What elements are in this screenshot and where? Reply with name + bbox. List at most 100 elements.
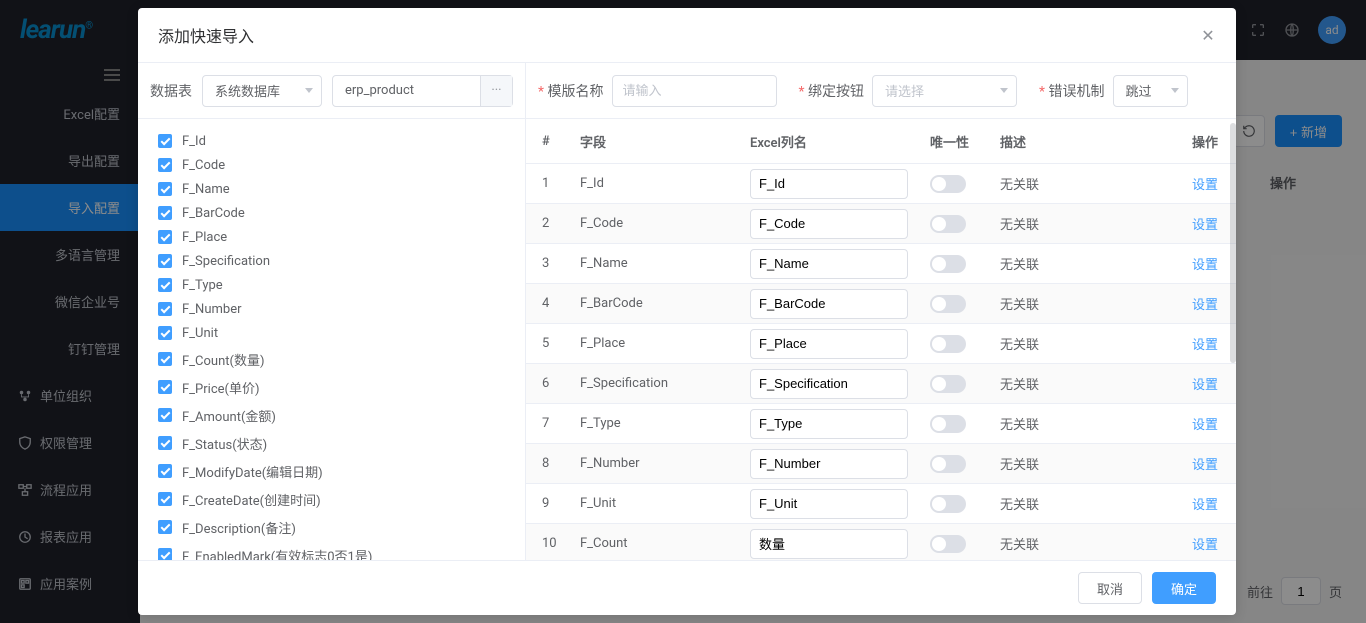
database-select[interactable]: 系统数据库 xyxy=(202,75,322,107)
more-icon[interactable]: ··· xyxy=(480,76,512,106)
field-item[interactable]: F_Amount(金额) xyxy=(158,401,505,429)
table-select[interactable]: erp_product ··· xyxy=(332,75,513,107)
excel-column-input[interactable] xyxy=(750,369,908,399)
checkbox-icon[interactable] xyxy=(158,134,172,148)
settings-link[interactable]: 设置 xyxy=(1192,258,1218,273)
left-panel: 数据表 系统数据库 erp_product ··· F_IdF_CodeF_Na… xyxy=(138,63,526,560)
template-name-input[interactable] xyxy=(612,75,777,107)
error-policy-select[interactable]: 跳过 xyxy=(1113,75,1188,107)
checkbox-icon[interactable] xyxy=(158,548,172,560)
field-item[interactable]: F_Type xyxy=(158,273,505,297)
field-item[interactable]: F_Number xyxy=(158,297,505,321)
left-filter-bar: 数据表 系统数据库 erp_product ··· xyxy=(138,63,525,119)
field-item[interactable]: F_Description(备注) xyxy=(158,513,505,541)
settings-link[interactable]: 设置 xyxy=(1192,458,1218,473)
field-item[interactable]: F_Code xyxy=(158,153,505,177)
settings-link[interactable]: 设置 xyxy=(1192,418,1218,433)
bind-button-select[interactable]: 请选择 xyxy=(872,75,1017,107)
col-excel: Excel列名 xyxy=(750,132,930,151)
cell-field: F_Specification xyxy=(570,376,750,391)
field-item[interactable]: F_EnabledMark(有效标志0否1是) xyxy=(158,541,505,560)
cell-index: 5 xyxy=(526,336,570,351)
unique-toggle[interactable] xyxy=(930,255,966,273)
field-item[interactable]: F_Count(数量) xyxy=(158,345,505,373)
field-label: F_BarCode xyxy=(182,206,245,221)
unique-toggle[interactable] xyxy=(930,295,966,313)
checkbox-icon[interactable] xyxy=(158,436,172,450)
col-unique: 唯一性 xyxy=(930,132,990,151)
settings-link[interactable]: 设置 xyxy=(1192,178,1218,193)
field-list: F_IdF_CodeF_Name F_BarCode F_PlaceF_Specif… xyxy=(138,119,525,560)
cell-index: 1 xyxy=(526,176,570,191)
col-index: # xyxy=(526,134,570,149)
field-item[interactable]: F_Price(单价) xyxy=(158,373,505,401)
checkbox-icon[interactable] xyxy=(158,182,172,196)
col-op: 操作 xyxy=(1180,132,1230,151)
settings-link[interactable]: 设置 xyxy=(1192,378,1218,393)
modal-header: 添加快速导入 ✕ xyxy=(138,8,1236,62)
cell-desc: 无关联 xyxy=(990,414,1180,433)
field-label: F_CreateDate(创建时间) xyxy=(182,490,321,509)
unique-toggle[interactable] xyxy=(930,455,966,473)
field-label: F_Status(状态) xyxy=(182,434,267,453)
settings-link[interactable]: 设置 xyxy=(1192,538,1218,553)
checkbox-icon[interactable] xyxy=(158,158,172,172)
checkbox-icon[interactable] xyxy=(158,520,172,534)
col-field: 字段 xyxy=(570,132,750,151)
table-row: 2F_Code无关联设置 xyxy=(526,203,1236,243)
excel-column-input[interactable] xyxy=(750,409,908,439)
checkbox-icon[interactable] xyxy=(158,230,172,244)
checkbox-icon[interactable] xyxy=(158,302,172,316)
excel-column-input[interactable] xyxy=(750,289,908,319)
cell-index: 8 xyxy=(526,456,570,471)
unique-toggle[interactable] xyxy=(930,535,966,553)
cell-desc: 无关联 xyxy=(990,534,1180,553)
excel-column-input[interactable] xyxy=(750,489,908,519)
unique-toggle[interactable] xyxy=(930,375,966,393)
close-icon[interactable]: ✕ xyxy=(1200,27,1216,43)
excel-column-input[interactable] xyxy=(750,249,908,279)
checkbox-icon[interactable] xyxy=(158,492,172,506)
checkbox-icon[interactable] xyxy=(158,464,172,478)
checkbox-icon[interactable] xyxy=(158,326,172,340)
checkbox-icon[interactable] xyxy=(158,352,172,366)
field-item[interactable]: F_Unit xyxy=(158,321,505,345)
cell-desc: 无关联 xyxy=(990,294,1180,313)
field-item[interactable]: F_Name xyxy=(158,177,505,201)
excel-column-input[interactable] xyxy=(750,209,908,239)
excel-column-input[interactable] xyxy=(750,529,908,559)
checkbox-icon[interactable] xyxy=(158,278,172,292)
field-item[interactable]: F_Specification xyxy=(158,249,505,273)
cell-index: 4 xyxy=(526,296,570,311)
scrollbar[interactable] xyxy=(1230,119,1236,560)
field-item[interactable]: F_BarCode xyxy=(158,201,505,225)
checkbox-icon[interactable] xyxy=(158,408,172,422)
field-label: F_Amount(金额) xyxy=(182,406,276,425)
unique-toggle[interactable] xyxy=(930,495,966,513)
field-item[interactable]: F_Id xyxy=(158,129,505,153)
cell-field: F_Id xyxy=(570,176,750,191)
settings-link[interactable]: 设置 xyxy=(1192,338,1218,353)
table-row: 10F_Count无关联设置 xyxy=(526,523,1236,560)
checkbox-icon[interactable] xyxy=(158,380,172,394)
confirm-button[interactable]: 确定 xyxy=(1152,572,1216,604)
unique-toggle[interactable] xyxy=(930,335,966,353)
field-item[interactable]: F_Status(状态) xyxy=(158,429,505,457)
unique-toggle[interactable] xyxy=(930,215,966,233)
unique-toggle[interactable] xyxy=(930,415,966,433)
settings-link[interactable]: 设置 xyxy=(1192,498,1218,513)
checkbox-icon[interactable] xyxy=(158,206,172,220)
excel-column-input[interactable] xyxy=(750,449,908,479)
field-item[interactable]: F_Place xyxy=(158,225,505,249)
field-item[interactable]: F_ModifyDate(编辑日期) xyxy=(158,457,505,485)
cell-field: F_Unit xyxy=(570,496,750,511)
settings-link[interactable]: 设置 xyxy=(1192,218,1218,233)
field-item[interactable]: F_CreateDate(创建时间) xyxy=(158,485,505,513)
excel-column-input[interactable] xyxy=(750,169,908,199)
excel-column-input[interactable] xyxy=(750,329,908,359)
unique-toggle[interactable] xyxy=(930,175,966,193)
cancel-button[interactable]: 取消 xyxy=(1078,572,1142,604)
modal-add-quick-import: 添加快速导入 ✕ 数据表 系统数据库 erp_product ··· F_IdF… xyxy=(138,8,1236,615)
settings-link[interactable]: 设置 xyxy=(1192,298,1218,313)
checkbox-icon[interactable] xyxy=(158,254,172,268)
